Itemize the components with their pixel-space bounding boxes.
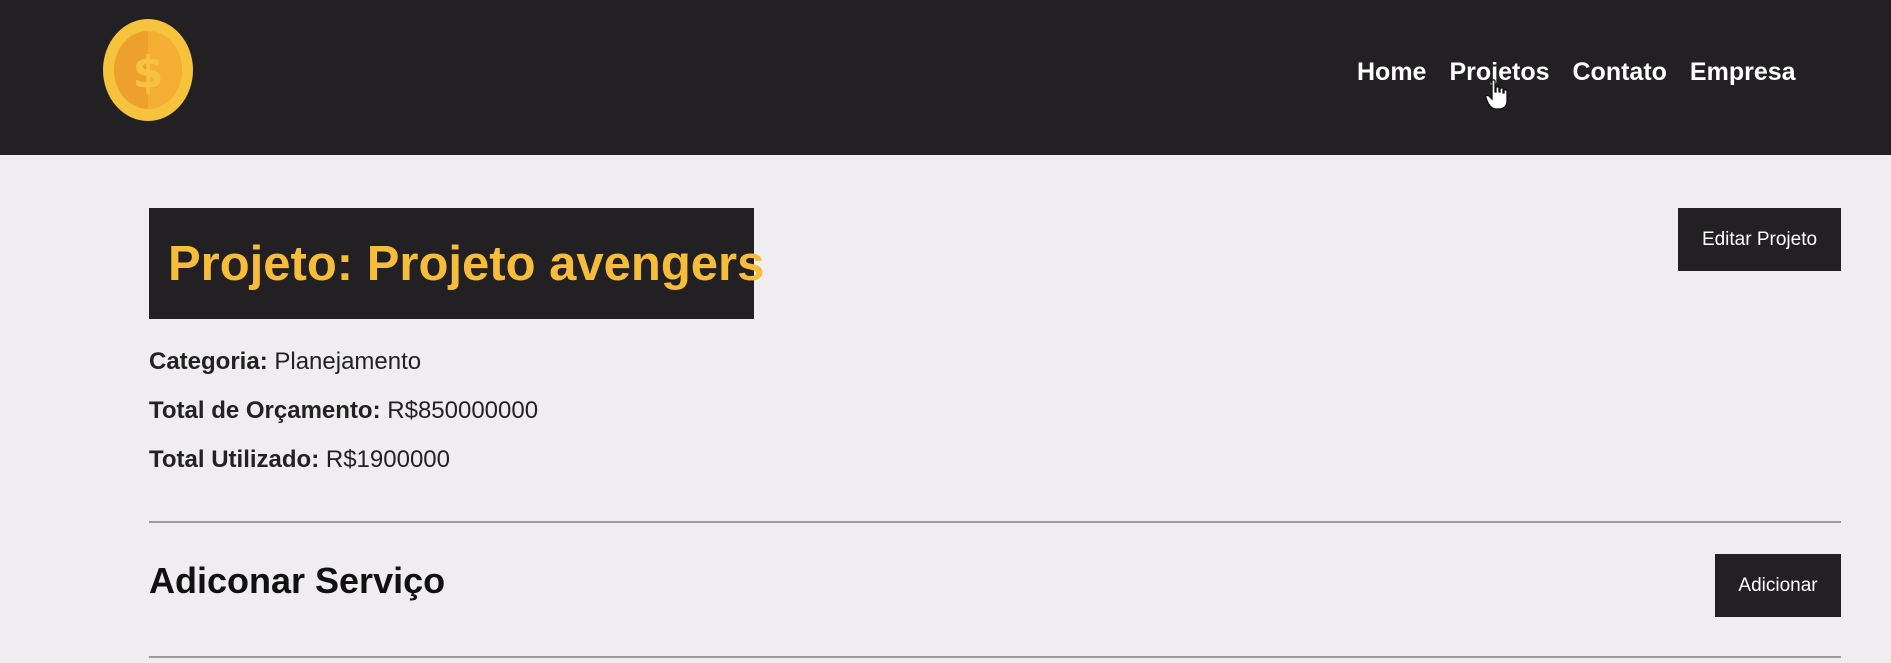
budget-value: R$850000000 [387,397,539,424]
divider [149,521,1841,523]
nav-link-contato[interactable]: Contato [1573,58,1667,87]
used-label: Total Utilizado: [149,446,320,473]
category-value: Planejamento [274,348,422,375]
add-service-button[interactable]: Adicionar [1715,554,1841,617]
coin-dollar-icon[interactable]: $ [103,19,193,122]
main-content: Projeto: Projeto avengers Editar Projeto… [0,155,1891,663]
nav-links: Home Projetos Contato Empresa [1357,58,1819,87]
nav-link-home[interactable]: Home [1357,58,1426,87]
project-title-box: Projeto: Projeto avengers [149,208,764,319]
budget-info: Total de Orçamento: R$850000000 [149,397,538,425]
used-value: R$1900000 [325,446,450,473]
navbar: $ Home Projetos Contato Empresa [0,0,1891,155]
project-title: Projeto: Projeto avengers [168,236,765,291]
edit-project-button[interactable]: Editar Projeto [1678,208,1841,271]
divider [149,656,1841,658]
add-service-title: Adiconar Serviço [149,560,446,601]
used-info: Total Utilizado: R$1900000 [149,446,450,474]
nav-link-empresa[interactable]: Empresa [1690,58,1796,87]
budget-label: Total de Orçamento: [149,397,381,424]
hand-pointer-icon [1485,79,1511,111]
category-label: Categoria: [149,348,268,375]
svg-text:$: $ [133,47,164,98]
category-info: Categoria: Planejamento [149,348,421,376]
